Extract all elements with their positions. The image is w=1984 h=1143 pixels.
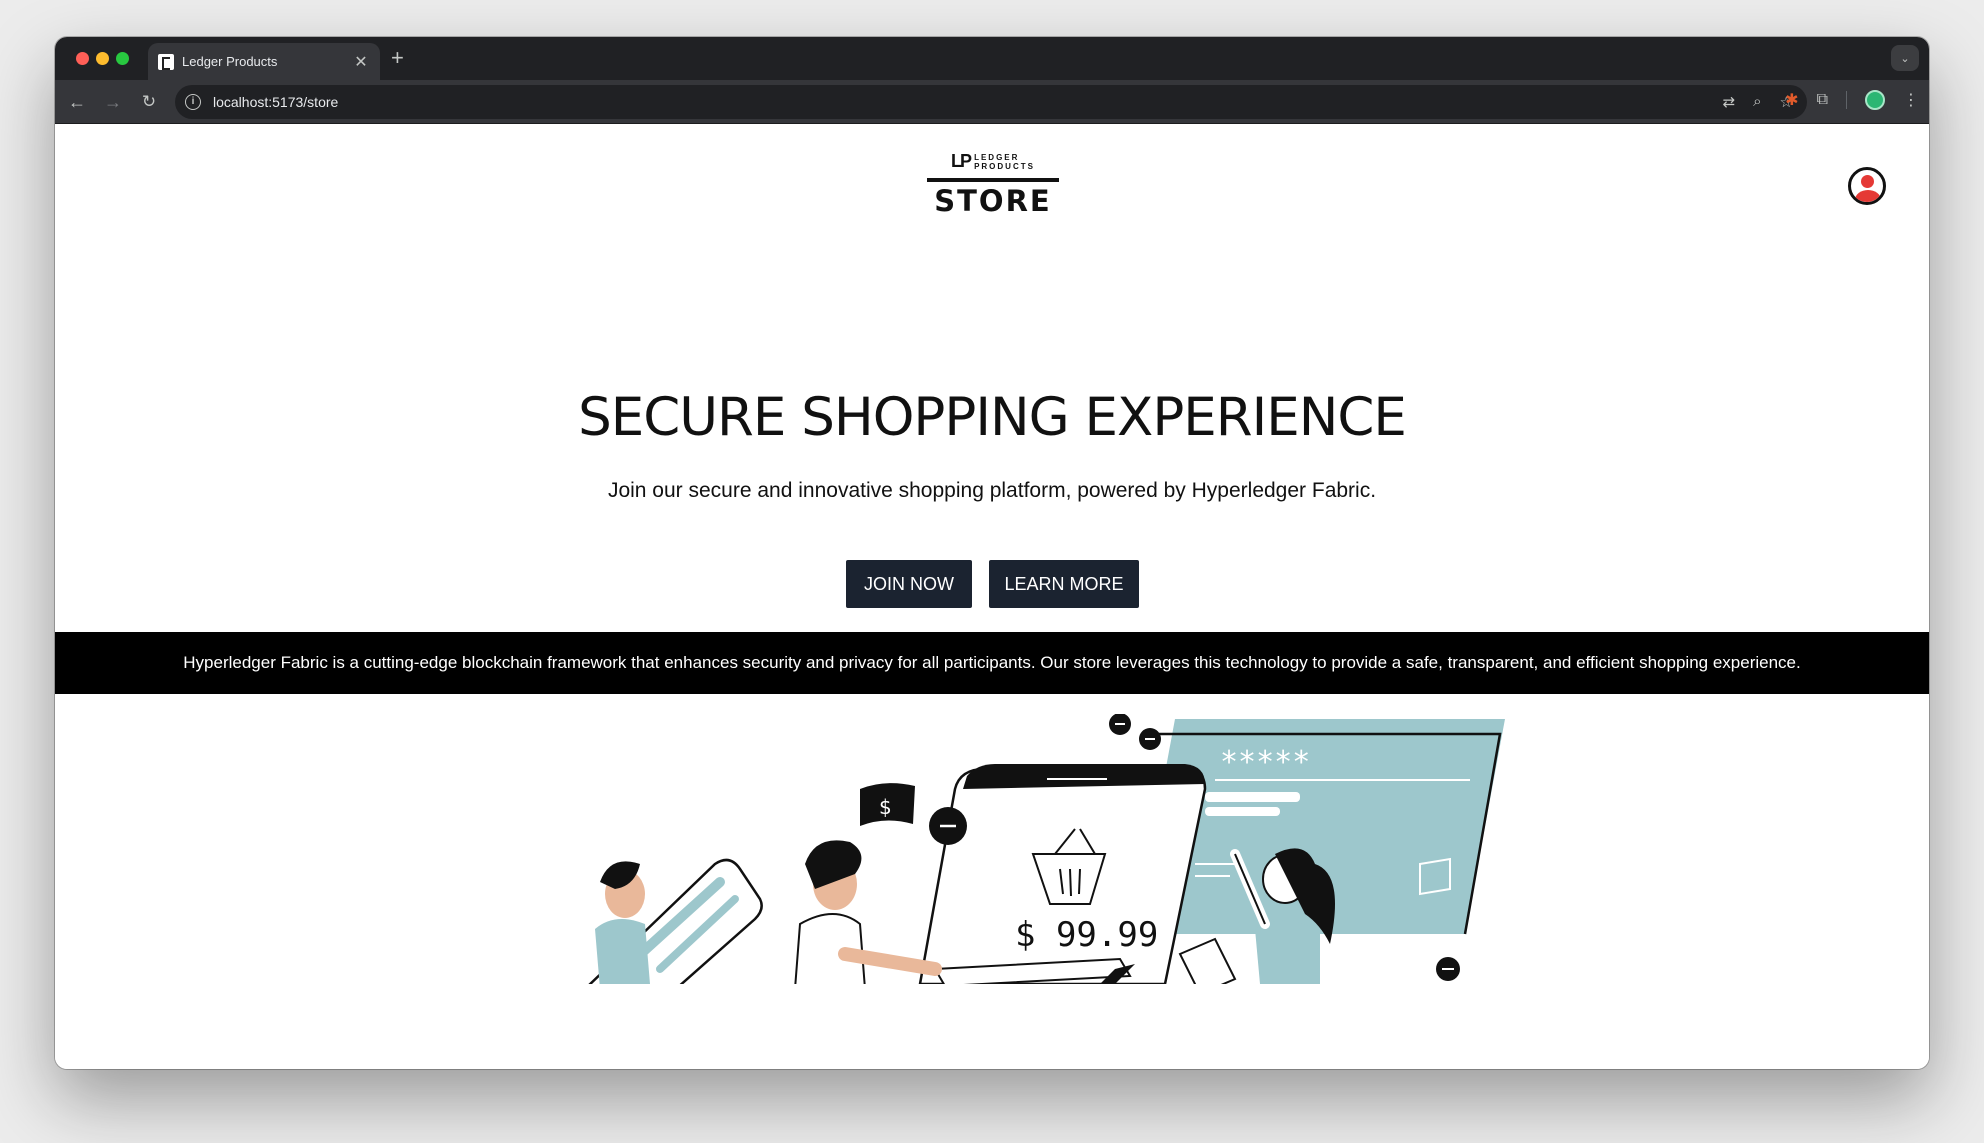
logo-mark: LP [951,151,972,171]
extensions-puzzle-icon[interactable]: ⧉ [1817,91,1828,109]
maximize-window-button[interactable] [116,52,129,65]
logo-line-ledger: LEDGER [974,152,1020,162]
browser-tab[interactable]: Ledger Products ✕ [148,43,380,80]
store-logo[interactable]: LP LEDGER PRODUCTS STORE [923,151,1063,216]
new-tab-button[interactable]: + [391,45,404,71]
learn-more-button[interactable]: LEARN MORE [989,560,1139,608]
forward-button[interactable]: → [101,90,125,114]
info-band-text: Hyperledger Fabric is a cutting-edge blo… [183,653,1801,672]
zoom-icon[interactable]: ⌕ [1753,93,1761,111]
tab-search-button[interactable]: ⌄ [1891,45,1919,71]
logo-divider [927,178,1059,182]
toolbar-divider [1846,91,1847,109]
price-text: $ 99.99 [1015,915,1158,955]
browser-window: Ledger Products ✕ + ⌄ ← → ↻ i localhost:… [55,37,1929,1069]
translate-icon[interactable]: ⇄ [1723,93,1736,111]
hero-subtitle: Join our secure and innovative shopping … [607,479,1377,502]
site-info-icon[interactable]: i [185,94,201,110]
logo-store-text: STORE [934,184,1052,218]
store-page: LP LEDGER PRODUCTS STORE SECURE SHOPPING… [55,124,1929,1069]
profile-avatar-icon[interactable] [1865,90,1885,110]
hero-title: SECURE SHOPPING EXPERIENCE [578,387,1407,448]
reload-button[interactable]: ↻ [137,90,161,114]
minimize-window-button[interactable] [96,52,109,65]
back-button[interactable]: ← [65,90,89,114]
info-band: Hyperledger Fabric is a cutting-edge blo… [55,632,1929,694]
browser-toolbar: ← → ↻ i localhost:5173/store ⇄ ⌕ ☆ ✱ ⧉ ⋮ [55,80,1929,124]
tab-close-icon[interactable]: ✕ [352,52,370,72]
extension-bug-icon[interactable]: ✱ [1785,90,1798,110]
shopping-illustration: ***** $ 99.99 $ [588,714,1505,984]
browser-menu-icon[interactable]: ⋮ [1903,90,1919,110]
address-bar[interactable]: i localhost:5173/store ⇄ ⌕ ☆ [175,85,1807,119]
tab-strip: Ledger Products ✕ + ⌄ [55,37,1929,80]
logo-line-products: PRODUCTS [974,161,1035,171]
close-window-button[interactable] [76,52,89,65]
favicon-icon [158,53,174,70]
join-now-button[interactable]: JOIN NOW [846,560,972,608]
tab-title: Ledger Products [182,54,278,69]
password-mask-text: ***** [1220,745,1310,780]
url-text[interactable]: localhost:5173/store [213,94,338,110]
user-account-icon[interactable] [1848,167,1886,205]
svg-text:$: $ [879,795,892,819]
